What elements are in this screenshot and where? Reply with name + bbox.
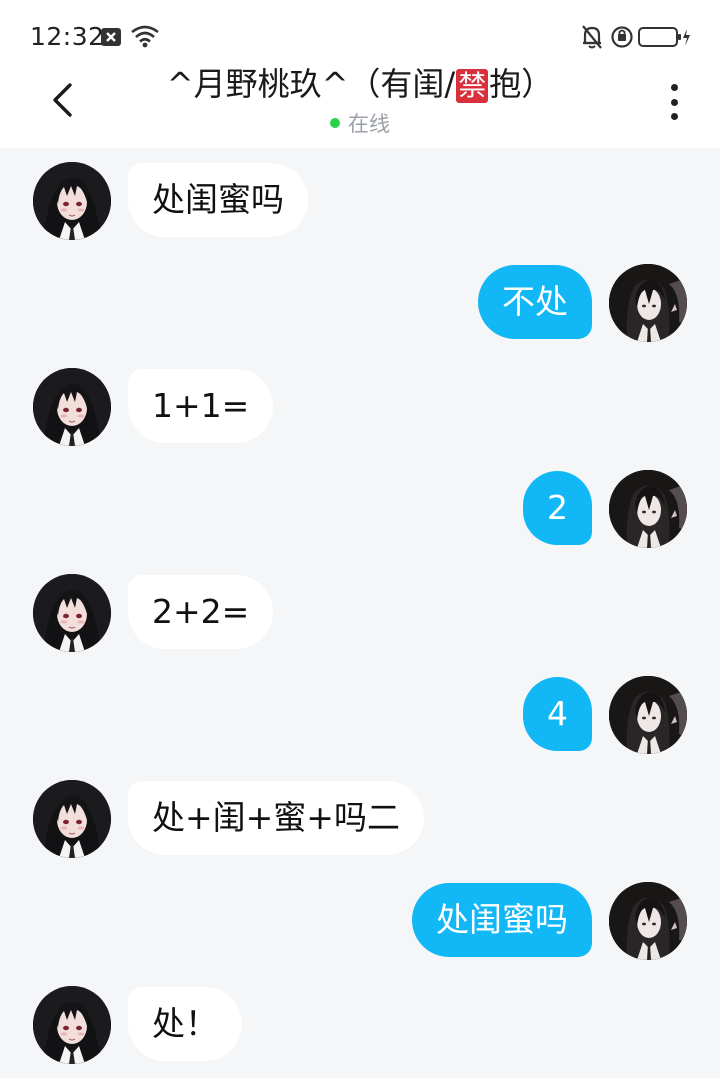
message-row-incoming: 处闺蜜吗 <box>0 160 720 244</box>
online-dot-icon <box>330 118 340 128</box>
message-bubble-outgoing[interactable]: 处闺蜜吗 <box>412 883 592 957</box>
message-row-incoming: 1+1= <box>0 366 720 450</box>
presence-label: 在线 <box>348 112 390 136</box>
message-bubble-outgoing[interactable]: 不处 <box>478 265 592 339</box>
more-dot <box>670 113 678 120</box>
self-avatar[interactable] <box>609 676 687 754</box>
mute-bell-icon <box>580 24 604 54</box>
self-avatar[interactable] <box>609 264 687 342</box>
message-bubble-incoming[interactable]: 1+1= <box>128 369 274 443</box>
chat-header: ^月野桃玖^（有闺/禁抱） 在线 <box>0 56 720 148</box>
self-avatar[interactable] <box>609 882 687 960</box>
message-row-incoming: 处+闺+蜜+吗二 <box>0 778 720 862</box>
close-box-icon <box>100 27 122 51</box>
battery-charging-icon <box>638 26 692 52</box>
message-bubble-incoming[interactable]: 处+闺+蜜+吗二 <box>128 781 424 855</box>
message-bubble-outgoing[interactable]: 2 <box>523 471 592 545</box>
message-bubble-incoming[interactable]: 处闺蜜吗 <box>128 163 308 237</box>
message-row-outgoing: 不处 <box>0 262 720 346</box>
more-dot <box>670 98 678 106</box>
message-bubble-incoming[interactable]: 处！ <box>128 987 242 1061</box>
more-options-button[interactable] <box>656 80 692 124</box>
chat-title-suffix: 抱） <box>489 65 554 103</box>
chat-title-block[interactable]: ^月野桃玖^（有闺/禁抱） 在线 <box>110 62 610 138</box>
more-dot <box>670 84 678 91</box>
presence-status: 在线 <box>110 108 610 138</box>
contact-avatar[interactable] <box>33 368 111 446</box>
contact-avatar[interactable] <box>33 574 111 652</box>
message-row-outgoing: 处闺蜜吗 <box>0 880 720 964</box>
message-row-outgoing: 2 <box>0 468 720 552</box>
chat-title-prefix: ^月野桃玖^（有闺/ <box>166 65 456 103</box>
ban-emoji-badge: 禁 <box>456 69 489 103</box>
message-bubble-incoming[interactable]: 2+2= <box>128 575 274 649</box>
message-row-incoming: 处！ <box>0 984 720 1068</box>
contact-avatar[interactable] <box>33 780 111 858</box>
self-avatar[interactable] <box>609 470 687 548</box>
wifi-icon <box>130 24 160 52</box>
status-time: 12:32 <box>30 22 105 51</box>
alarm-icon <box>610 25 634 53</box>
message-bubble-outgoing[interactable]: 4 <box>523 677 592 751</box>
message-row-outgoing: 4 <box>0 674 720 758</box>
back-button[interactable] <box>36 76 88 128</box>
chevron-left-icon <box>50 82 74 122</box>
message-row-incoming: 2+2= <box>0 572 720 656</box>
chat-title: ^月野桃玖^（有闺/禁抱） <box>110 62 610 106</box>
contact-avatar[interactable] <box>33 162 111 240</box>
chat-screen: 12:32 ^月野桃玖^（有闺/ 禁抱） 在线 处闺蜜吗 不处 1+1= 2 2… <box>0 0 720 1078</box>
contact-avatar[interactable] <box>33 986 111 1064</box>
